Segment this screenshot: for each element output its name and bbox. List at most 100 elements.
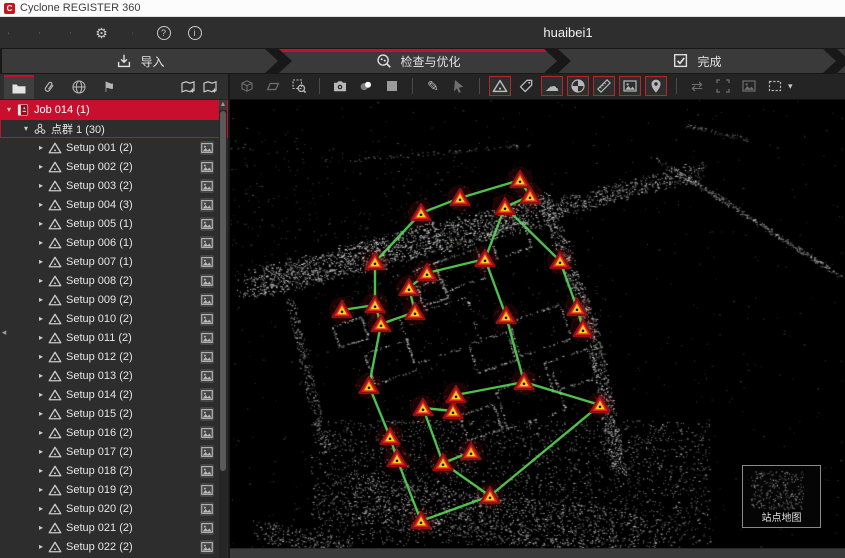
scroll-up-icon[interactable]: ▲ — [219, 100, 227, 110]
setup-thumbnail-icon[interactable] — [200, 141, 214, 155]
tree-item-setup[interactable]: ▸Setup 022 (2) — [0, 537, 228, 556]
expand-arrow-icon[interactable]: ▸ — [36, 181, 46, 190]
sidebar-tab-attachments[interactable] — [34, 75, 64, 99]
expand-arrow-icon[interactable]: ▸ — [36, 333, 46, 342]
setup-thumbnail-icon[interactable] — [200, 464, 214, 478]
expand-arrow-icon[interactable]: ▸ — [36, 466, 46, 475]
setup-thumbnail-icon[interactable] — [200, 293, 214, 307]
setup-thumbnail-icon[interactable] — [200, 274, 214, 288]
collapse-arrow-icon[interactable]: ▾ — [4, 105, 14, 114]
tree-item-setup[interactable]: ▸Setup 004 (3) — [0, 195, 228, 214]
point-cloud-button[interactable]: ☁ — [541, 76, 563, 96]
collapse-arrow-icon[interactable]: ▾ — [21, 124, 31, 133]
tree-item-setup[interactable]: ▸Setup 013 (2) — [0, 366, 228, 385]
sidebar-scrollbar[interactable]: ▲ — [219, 100, 227, 558]
screenshot-camera-button[interactable] — [329, 76, 351, 96]
expand-arrow-icon[interactable]: ▸ — [36, 219, 46, 228]
scrollbar-thumb[interactable] — [220, 111, 226, 471]
setup-thumbnail-icon[interactable] — [200, 407, 214, 421]
expand-arrow-icon[interactable]: ▸ — [36, 409, 46, 418]
tree-item-setup[interactable]: ▸Setup 003 (2) — [0, 176, 228, 195]
setup-thumbnail-icon[interactable] — [200, 350, 214, 364]
tree-item-setup[interactable]: ▸Setup 020 (2) — [0, 499, 228, 518]
workflow-tab-1[interactable]: 导入 — [2, 49, 278, 73]
expand-arrow-icon[interactable]: ▸ — [36, 200, 46, 209]
add-sitemap-button[interactable] — [180, 79, 196, 95]
setup-thumbnail-icon[interactable] — [200, 236, 214, 250]
setup-thumbnail-icon[interactable] — [200, 198, 214, 212]
marquee-select-button[interactable] — [764, 76, 786, 96]
expand-arrow-icon[interactable]: ▸ — [36, 542, 46, 551]
setup-thumbnail-icon[interactable] — [200, 217, 214, 231]
image-overlay-button[interactable] — [738, 76, 760, 96]
setup-thumbnail-icon[interactable] — [200, 521, 214, 535]
expand-arrow-icon[interactable]: ▸ — [36, 428, 46, 437]
expand-arrow-icon[interactable]: ▸ — [36, 390, 46, 399]
expand-arrow-icon[interactable]: ▸ — [36, 314, 46, 323]
auto-links-button[interactable]: ⇄ — [686, 76, 708, 96]
pointcloud-viewport[interactable]: 站点地图 — [230, 100, 845, 548]
tree-item-setup[interactable]: ▸Setup 005 (1) — [0, 214, 228, 233]
measurements-button[interactable] — [593, 76, 615, 96]
setup-markers-button[interactable] — [489, 76, 511, 96]
report-panel-button[interactable] — [70, 25, 86, 41]
setup-thumbnail-icon[interactable] — [200, 388, 214, 402]
expand-arrow-icon[interactable]: ▸ — [36, 162, 46, 171]
expand-arrow-icon[interactable]: ▸ — [36, 143, 46, 152]
workflow-tab-3[interactable]: 完成 — [558, 49, 836, 73]
tree-item-setup[interactable]: ▸Setup 001 (2) — [0, 138, 228, 157]
setup-thumbnail-icon[interactable] — [200, 312, 214, 326]
expand-arrow-icon[interactable]: ▸ — [36, 371, 46, 380]
tree-item-setup[interactable]: ▸Setup 018 (2) — [0, 461, 228, 480]
tree-item-setup[interactable]: ▸Setup 021 (2) — [0, 518, 228, 537]
zoom-selection-button[interactable] — [288, 76, 310, 96]
setup-thumbnail-icon[interactable] — [200, 369, 214, 383]
help-button[interactable]: ? — [163, 25, 179, 41]
setup-thumbnail-icon[interactable] — [200, 540, 214, 554]
tree-item-setup[interactable]: ▸Setup 011 (2) — [0, 328, 228, 347]
expand-bounds-button[interactable] — [712, 76, 734, 96]
color-mode-button[interactable] — [355, 76, 377, 96]
expand-arrow-icon[interactable]: ▸ — [36, 523, 46, 532]
settings-gear-button[interactable]: ⚙ — [101, 25, 117, 41]
expand-arrow-icon[interactable]: ▸ — [36, 447, 46, 456]
setup-thumbnail-icon[interactable] — [200, 331, 214, 345]
tree-item-setup[interactable]: ▸Setup 002 (2) — [0, 157, 228, 176]
export-project-button[interactable] — [39, 25, 55, 41]
images-button[interactable] — [619, 76, 641, 96]
setup-thumbnail-icon[interactable] — [200, 483, 214, 497]
sidebar-tab-coordinates[interactable] — [64, 75, 94, 99]
setup-thumbnail-icon[interactable] — [200, 160, 214, 174]
expand-arrow-icon[interactable]: ▸ — [36, 238, 46, 247]
slice-panel-button[interactable] — [262, 76, 284, 96]
setup-thumbnail-icon[interactable] — [200, 445, 214, 459]
sidebar-collapse-icon[interactable]: ◂ — [0, 322, 8, 342]
tree-item-cluster[interactable]: ▾点群 1 (30) — [0, 119, 228, 138]
annotate-pencil-button[interactable]: ✎ — [422, 76, 444, 96]
tree-item-setup[interactable]: ▸Setup 009 (2) — [0, 290, 228, 309]
targets-button[interactable] — [567, 76, 589, 96]
tree-item-setup[interactable]: ▸Setup 015 (2) — [0, 404, 228, 423]
select-cursor-button[interactable] — [448, 76, 470, 96]
expand-arrow-icon[interactable]: ▸ — [36, 485, 46, 494]
expand-arrow-icon[interactable]: ▸ — [36, 504, 46, 513]
tree-item-setup[interactable]: ▸Setup 014 (2) — [0, 385, 228, 404]
info-button[interactable]: i — [194, 25, 210, 41]
tree-item-setup[interactable]: ▸Setup 008 (2) — [0, 271, 228, 290]
expand-arrow-icon[interactable]: ▸ — [36, 257, 46, 266]
open-project-button[interactable] — [8, 25, 24, 41]
sidebar-tab-project-explorer[interactable] — [4, 75, 34, 99]
add-bundle-button[interactable] — [202, 79, 218, 95]
sidebar-tab-bookmarks[interactable]: ⚑ — [94, 75, 124, 99]
tree-item-job[interactable]: ▾Job 014 (1) — [0, 100, 228, 119]
expand-arrow-icon[interactable]: ▸ — [36, 276, 46, 285]
solid-view-button[interactable] — [381, 76, 403, 96]
setup-thumbnail-icon[interactable] — [200, 426, 214, 440]
setup-thumbnail-icon[interactable] — [200, 179, 214, 193]
tree-item-setup[interactable]: ▸Setup 010 (2) — [0, 309, 228, 328]
tree-item-setup[interactable]: ▸Setup 012 (2) — [0, 347, 228, 366]
tree-item-setup[interactable]: ▸Setup 017 (2) — [0, 442, 228, 461]
sitemap-minimap[interactable]: 站点地图 — [742, 465, 821, 528]
geotags-button[interactable] — [645, 76, 667, 96]
expand-arrow-icon[interactable]: ▸ — [36, 295, 46, 304]
